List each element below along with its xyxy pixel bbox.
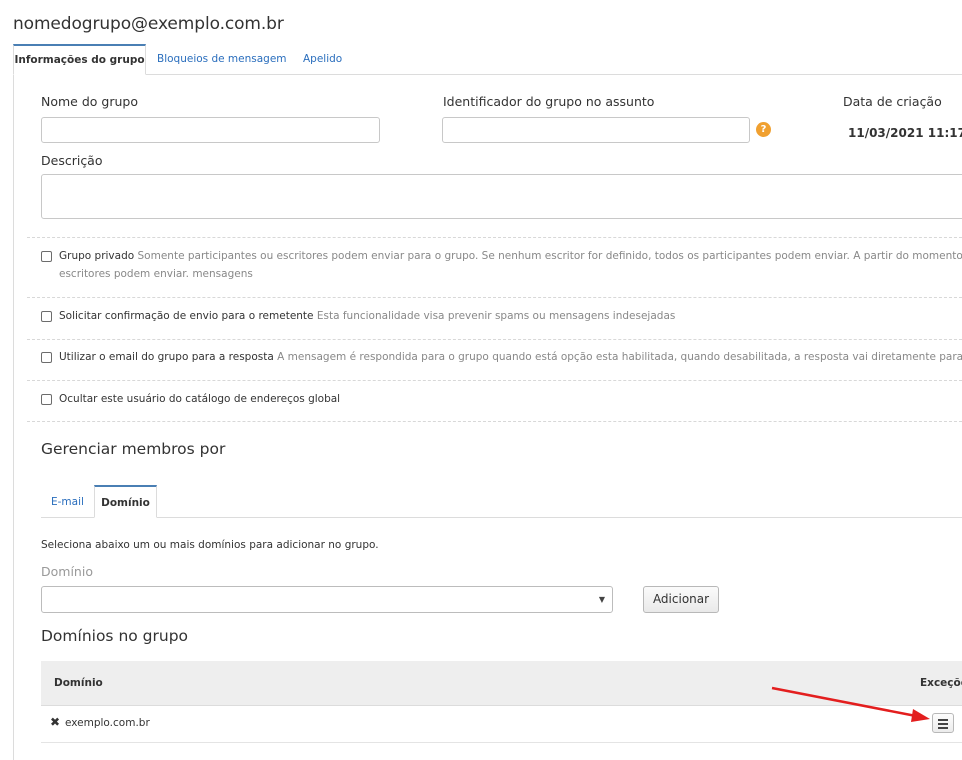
annotation-arrow xyxy=(771,686,930,722)
